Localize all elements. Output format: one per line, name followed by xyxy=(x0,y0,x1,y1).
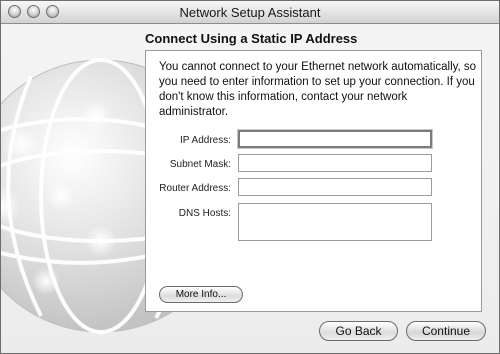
ip-address-field[interactable] xyxy=(238,130,432,148)
router-address-field[interactable] xyxy=(238,178,432,196)
title-bar: Network Setup Assistant xyxy=(1,1,499,24)
settings-panel: You cannot connect to your Ethernet netw… xyxy=(145,50,482,312)
subnet-mask-label: Subnet Mask: xyxy=(169,159,231,170)
continue-button[interactable]: Continue xyxy=(406,321,486,341)
more-info-button[interactable]: More Info... xyxy=(159,286,243,303)
router-address-label: Router Address: xyxy=(159,183,231,194)
subnet-mask-field[interactable] xyxy=(238,154,432,172)
go-back-button[interactable]: Go Back xyxy=(319,321,398,341)
dns-hosts-field[interactable] xyxy=(238,203,432,241)
ip-address-label: IP Address: xyxy=(180,135,231,146)
window-title: Network Setup Assistant xyxy=(179,5,321,20)
page-heading: Connect Using a Static IP Address xyxy=(145,31,358,46)
instructions-text: You cannot connect to your Ethernet netw… xyxy=(159,61,477,118)
assistant-window: Network Setup Assistant Connect Using a … xyxy=(0,0,500,354)
dns-hosts-label: DNS Hosts: xyxy=(178,208,231,219)
